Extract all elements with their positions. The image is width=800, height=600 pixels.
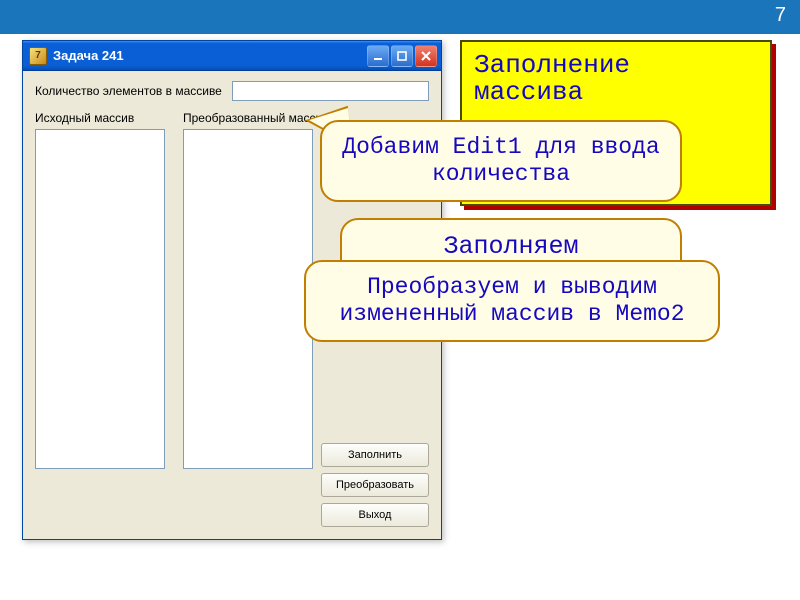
close-button[interactable] [415,45,437,67]
button-column: Заполнить Преобразовать Выход [321,443,429,527]
minimize-icon [373,51,383,61]
app-icon: 7 [29,47,47,65]
memo2[interactable] [183,129,313,469]
note-line2: массива [474,79,758,106]
maximize-icon [397,51,407,61]
minimize-button[interactable] [367,45,389,67]
slide-topbar: 7 [0,0,800,34]
app-icon-glyph: 7 [35,50,41,61]
close-icon [421,51,431,61]
count-row: Количество элементов в массиве [35,81,429,101]
memo1[interactable] [35,129,165,469]
memo1-label: Исходный массив [35,111,165,125]
count-label: Количество элементов в массиве [35,84,222,98]
window-buttons [367,45,437,67]
count-input[interactable] [232,81,429,101]
note-line1: Заполнение [474,52,758,79]
transform-button[interactable]: Преобразовать [321,473,429,497]
maximize-button[interactable] [391,45,413,67]
window-title: Задача 241 [53,48,367,63]
bubble-transform: Преобразуем и выводим измененный массив … [304,260,720,342]
titlebar[interactable]: 7 Задача 241 [23,41,441,71]
bubble-edit1: Добавим Edit1 для ввода количества [320,120,682,202]
exit-button[interactable]: Выход [321,503,429,527]
page-number: 7 [775,4,786,27]
fill-button[interactable]: Заполнить [321,443,429,467]
